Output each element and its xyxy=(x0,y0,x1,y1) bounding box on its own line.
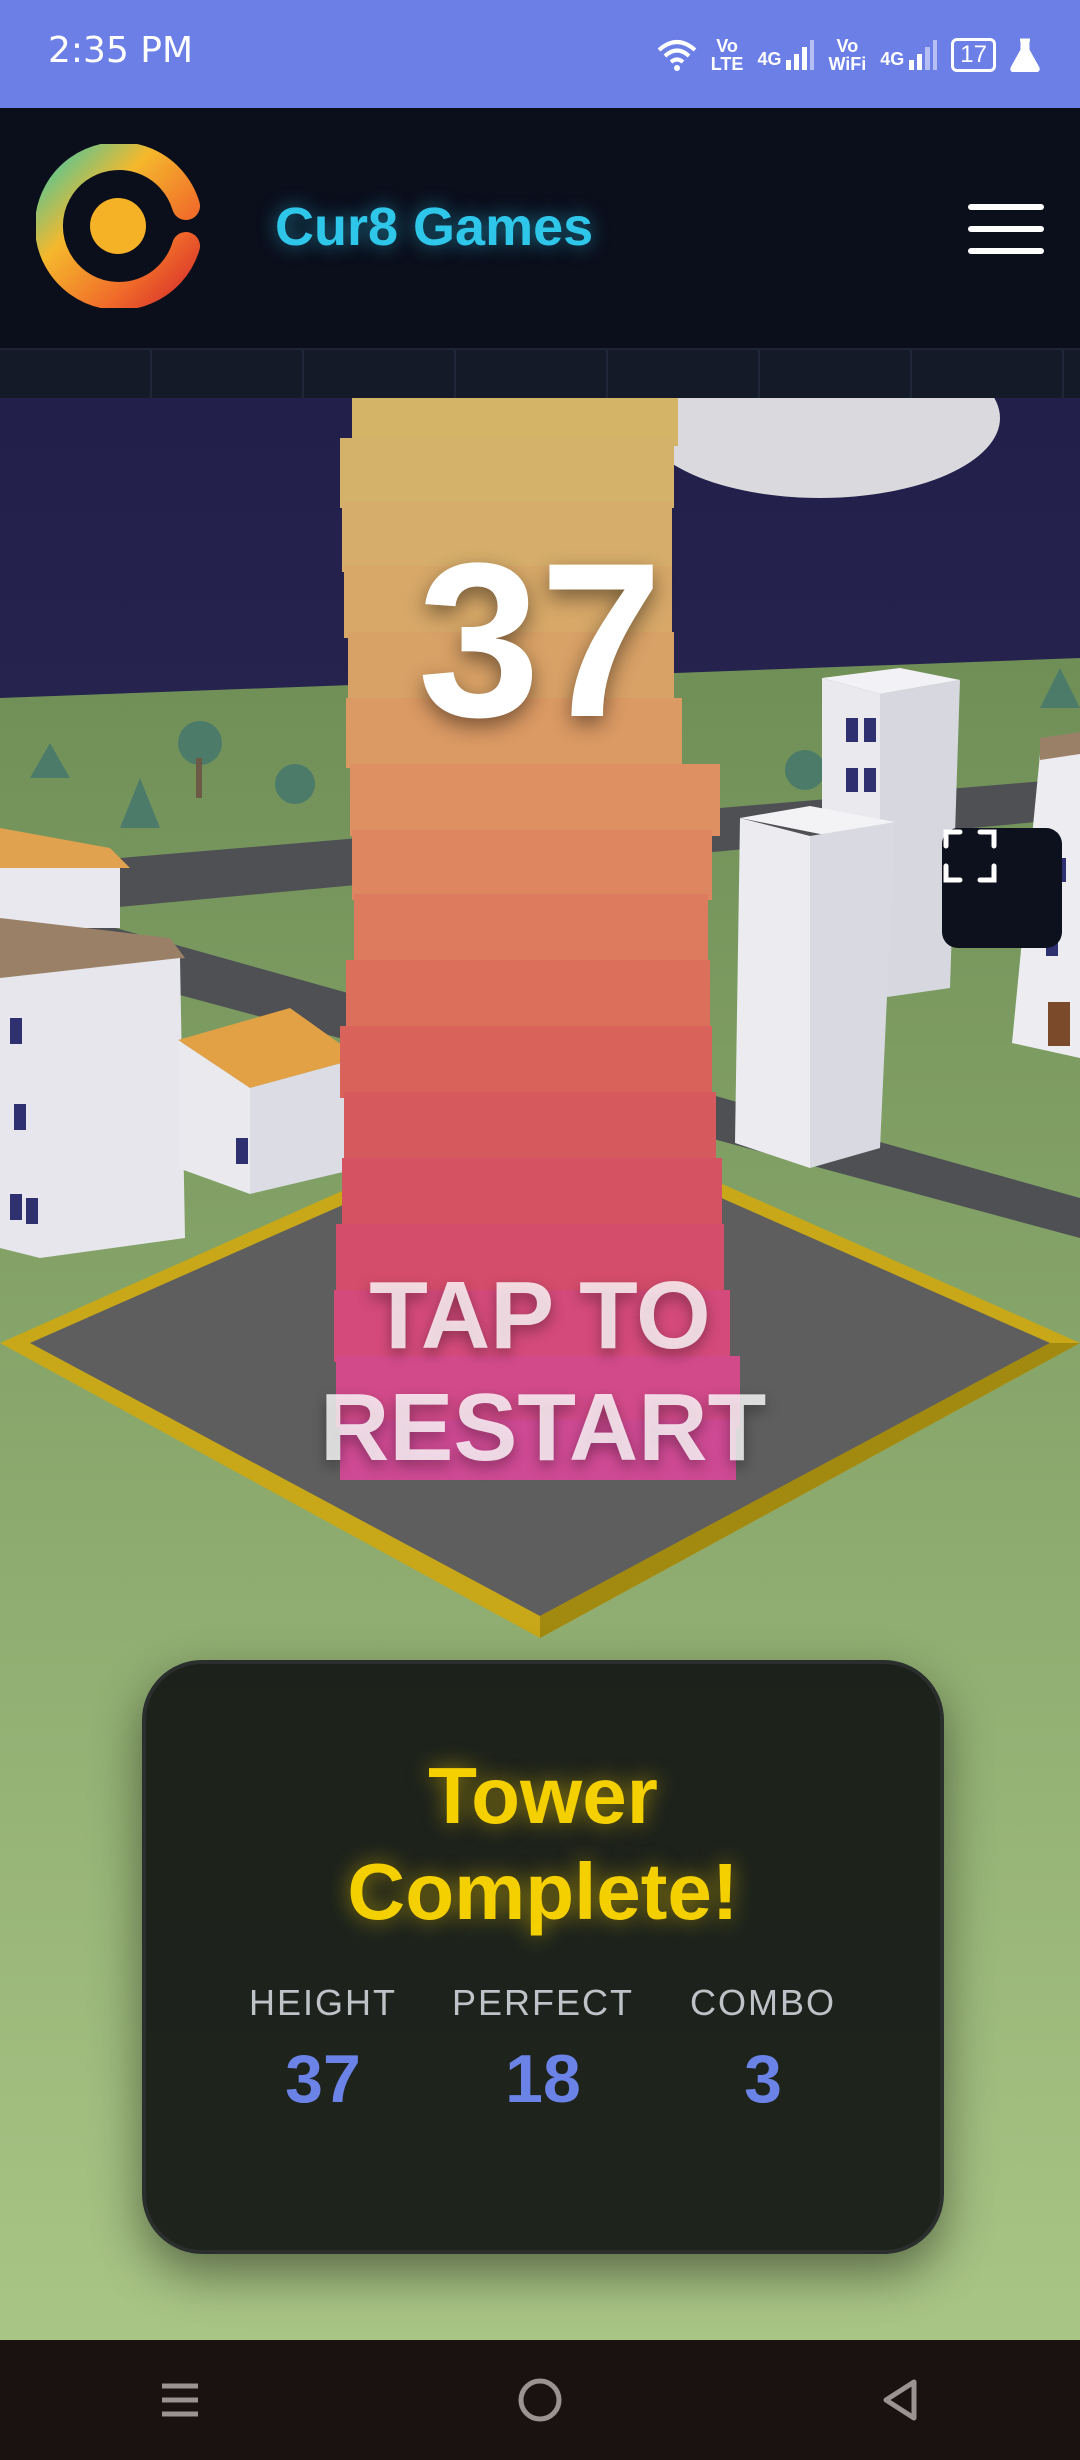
site-header: Cur8 Games xyxy=(0,108,1080,350)
recents-icon[interactable] xyxy=(140,2360,220,2440)
signal-icon-1: 4G xyxy=(757,40,815,70)
stat-height: HEIGHT 37 xyxy=(213,1982,433,2118)
flask-icon xyxy=(1010,38,1040,72)
home-icon[interactable] xyxy=(500,2360,580,2440)
signal-icon-2: 4G xyxy=(880,40,938,70)
results-panel: Tower Complete! HEIGHT 37 PERFECT 18 COM… xyxy=(142,1660,944,2254)
stat-label: HEIGHT xyxy=(248,1982,397,2023)
status-bar: 2:35 PM Vo LTE 4G Vo WiFi 4G 17 xyxy=(0,0,1080,108)
hamburger-menu-icon[interactable] xyxy=(968,204,1044,254)
status-time: 2:35 PM xyxy=(48,30,194,71)
tap-to-restart-button[interactable]: TAP TO RESTART xyxy=(0,1260,1080,1484)
stat-label: COMBO xyxy=(689,1982,836,2023)
back-icon[interactable] xyxy=(860,2360,940,2440)
score-display: 37 xyxy=(417,517,663,763)
fullscreen-icon[interactable] xyxy=(942,828,1062,948)
stat-value: 18 xyxy=(505,2041,581,2117)
brand-title[interactable]: Cur8 Games xyxy=(275,196,593,258)
stat-perfect: PERFECT 18 xyxy=(433,1982,653,2118)
stats-row: HEIGHT 37 PERFECT 18 COMBO 3 xyxy=(146,1982,940,2118)
stat-value: 3 xyxy=(744,2041,782,2117)
stat-combo: COMBO 3 xyxy=(653,1982,873,2118)
stat-label: PERFECT xyxy=(451,1982,634,2023)
panel-title: Tower Complete! xyxy=(347,1751,739,1936)
status-icons: Vo LTE 4G Vo WiFi 4G 17 xyxy=(657,30,1040,80)
system-nav-bar xyxy=(0,2340,1080,2460)
volte-indicator: Vo LTE xyxy=(710,36,744,74)
header-subbar xyxy=(0,350,1080,398)
stat-value: 37 xyxy=(285,2041,361,2117)
battery-icon: 17 xyxy=(951,38,996,72)
wifi-icon xyxy=(657,40,697,71)
vowifi-indicator: Vo WiFi xyxy=(828,36,867,74)
cur8-logo-icon[interactable] xyxy=(36,144,200,308)
